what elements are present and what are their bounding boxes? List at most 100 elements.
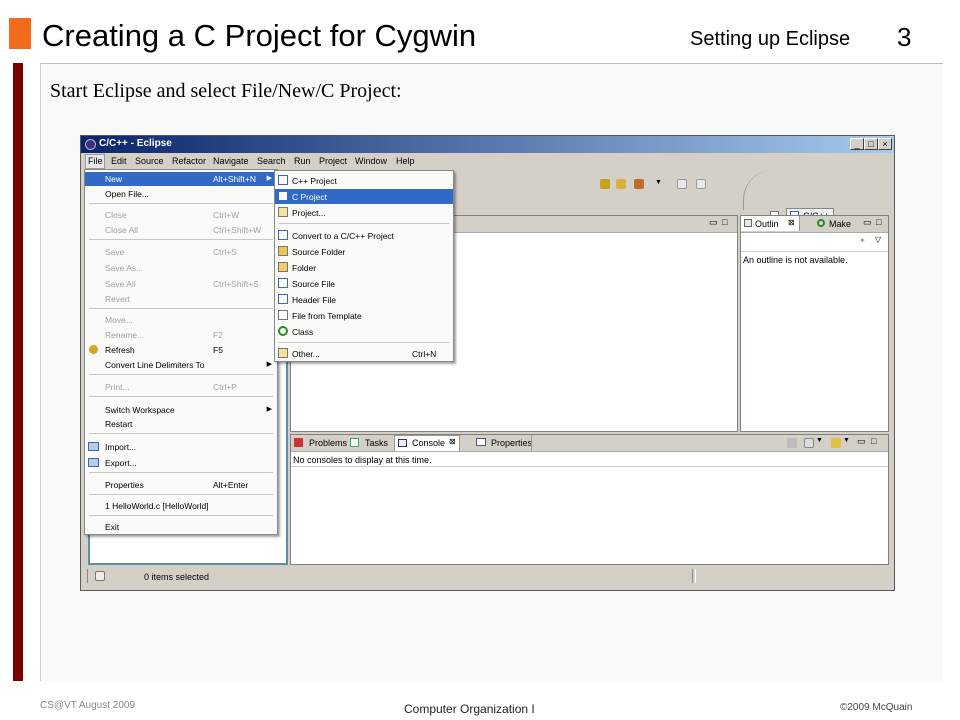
minimize-view-icon[interactable]: ▭	[709, 217, 718, 228]
open-type-icon[interactable]	[600, 179, 610, 189]
tab-outline[interactable]: Outlin ⊠	[741, 216, 800, 231]
maximize-button[interactable]: □	[864, 138, 878, 150]
new-menu-item-other[interactable]: Other... Ctrl+N	[275, 346, 453, 361]
maximize-view-icon[interactable]: □	[871, 436, 876, 446]
file-menu-item-revert[interactable]: Revert	[85, 292, 277, 306]
tab-console[interactable]: Console ⊠	[394, 435, 460, 451]
open-console-icon[interactable]	[831, 438, 841, 448]
new-menu-item-folder[interactable]: Folder	[275, 260, 453, 275]
header-file-icon	[278, 294, 288, 304]
file-menu-item-rename[interactable]: Rename... F2	[85, 328, 277, 342]
menu-navigate[interactable]: Navigate	[213, 156, 249, 166]
tab-properties-label: Properties	[491, 438, 533, 448]
menu-help[interactable]: Help	[396, 156, 415, 166]
file-menu-item-exit[interactable]: Exit	[85, 520, 277, 534]
new-menu-item-file-from-template[interactable]: File from Template	[275, 308, 453, 323]
new-menu-item-source-folder[interactable]: Source Folder	[275, 244, 453, 259]
tab-problems[interactable]: Problems	[293, 436, 347, 450]
file-menu-item-export[interactable]: Export...	[85, 456, 277, 470]
menu-project[interactable]: Project	[319, 156, 347, 166]
source-file-icon	[278, 278, 288, 288]
file-menu-item-open-file[interactable]: Open File...	[85, 187, 277, 201]
minimize-button[interactable]: _	[850, 138, 864, 150]
open-folder-icon[interactable]	[616, 179, 626, 189]
new-menu-item-project[interactable]: Project...	[275, 205, 453, 220]
console-divider	[291, 466, 888, 467]
file-menu-item-close-all[interactable]: Close All Ctrl+Shift+W	[85, 223, 277, 237]
item-shortcut: F2	[213, 330, 223, 340]
status-separator	[692, 569, 696, 583]
submenu-arrow-icon: ▶	[266, 361, 272, 368]
menu-separator	[89, 396, 273, 397]
file-menu-item-convert-line-delimiters[interactable]: Convert Line Delimiters To ▶	[85, 358, 277, 372]
item-label: Project...	[292, 208, 326, 218]
file-menu-item-move[interactable]: Move...	[85, 313, 277, 327]
new-menu-item-c-project[interactable]: C Project	[275, 189, 453, 204]
item-label: Properties	[105, 480, 144, 490]
file-menu-item-save-all[interactable]: Save All Ctrl+Shift+S	[85, 277, 277, 291]
item-label: New	[105, 174, 123, 184]
chevron-down-icon[interactable]: ▼	[816, 437, 823, 444]
new-menu-item-convert[interactable]: Convert to a C/C++ Project	[275, 228, 453, 243]
item-label: Other...	[292, 349, 320, 359]
chevron-down-icon[interactable]: ▼	[655, 179, 662, 186]
file-menu-item-restart[interactable]: Restart	[85, 417, 277, 431]
title-divider	[40, 63, 943, 64]
new-menu-item-source-file[interactable]: Source File	[275, 276, 453, 291]
fast-view-icon[interactable]	[95, 571, 105, 581]
tab-tasks-label: Tasks	[365, 438, 389, 448]
menu-separator	[279, 342, 449, 343]
new-menu-item-cpp-project[interactable]: C++ Project	[275, 173, 453, 188]
menu-separator	[89, 472, 273, 473]
class-icon	[278, 326, 288, 336]
item-label: Save As...	[105, 263, 144, 273]
back-icon[interactable]	[677, 179, 687, 189]
file-menu-item-switch-workspace[interactable]: Switch Workspace ▶	[85, 403, 277, 417]
file-menu-item-close[interactable]: Close Ctrl+W	[85, 208, 277, 222]
chevron-down-icon[interactable]: ▼	[843, 437, 850, 444]
maximize-view-icon[interactable]: □	[722, 217, 727, 227]
file-menu-item-import[interactable]: Import...	[85, 440, 277, 454]
forward-icon[interactable]	[696, 179, 706, 189]
window-titlebar[interactable]: C/C++ - Eclipse _ □ ×	[81, 136, 894, 153]
pin-console-icon[interactable]	[787, 438, 797, 448]
display-console-icon[interactable]	[804, 438, 814, 448]
menu-search[interactable]: Search	[257, 156, 286, 166]
file-menu-item-new[interactable]: New Alt+Shift+N ▶	[85, 172, 277, 186]
pencil-icon[interactable]	[634, 179, 644, 189]
new-menu-item-class[interactable]: Class	[275, 324, 453, 339]
menu-window[interactable]: Window	[355, 156, 387, 166]
file-menu-item-recent-file[interactable]: 1 HelloWorld.c [HelloWorld]	[85, 499, 277, 513]
menu-run[interactable]: Run	[294, 156, 311, 166]
tab-tasks[interactable]: Tasks	[349, 436, 393, 450]
console-view: Problems Tasks Console ⊠ Properties ▼ ▼ …	[290, 434, 889, 565]
file-menu-item-save-as[interactable]: Save As...	[85, 261, 277, 275]
minimize-view-icon[interactable]: ▭	[863, 217, 872, 228]
tab-properties[interactable]: Properties	[475, 436, 535, 450]
file-menu-item-properties[interactable]: Properties Alt+Enter	[85, 478, 277, 492]
maximize-view-icon[interactable]: □	[876, 217, 881, 227]
section-label: Setting up Eclipse	[690, 28, 851, 50]
status-text: 0 items selected	[144, 572, 210, 582]
chevron-down-icon[interactable]: ▽	[875, 235, 881, 244]
console-header: Problems Tasks Console ⊠ Properties ▼ ▼ …	[291, 435, 888, 452]
file-menu-item-refresh[interactable]: Refresh F5	[85, 343, 277, 357]
item-shortcut: Ctrl+W	[213, 210, 240, 220]
menu-refactor[interactable]: Refactor	[172, 156, 206, 166]
menu-source[interactable]: Source	[135, 156, 164, 166]
item-shortcut: Ctrl+Shift+S	[213, 279, 259, 289]
item-label: Export...	[105, 458, 137, 468]
menu-file[interactable]: File	[88, 156, 103, 166]
tab-make[interactable]: Make	[803, 216, 855, 231]
file-menu-item-print[interactable]: Print... Ctrl+P	[85, 380, 277, 394]
item-label: File from Template	[292, 311, 362, 321]
minimize-view-icon[interactable]: ▭	[857, 436, 866, 447]
close-button[interactable]: ×	[878, 138, 892, 150]
filter-icon[interactable]: ✦	[859, 236, 866, 245]
new-menu-item-header-file[interactable]: Header File	[275, 292, 453, 307]
menu-edit[interactable]: Edit	[111, 156, 127, 166]
item-shortcut: Ctrl+S	[213, 247, 237, 257]
close-icon[interactable]: ⊠	[788, 218, 795, 227]
close-icon[interactable]: ⊠	[449, 437, 456, 446]
file-menu-item-save[interactable]: Save Ctrl+S	[85, 245, 277, 259]
